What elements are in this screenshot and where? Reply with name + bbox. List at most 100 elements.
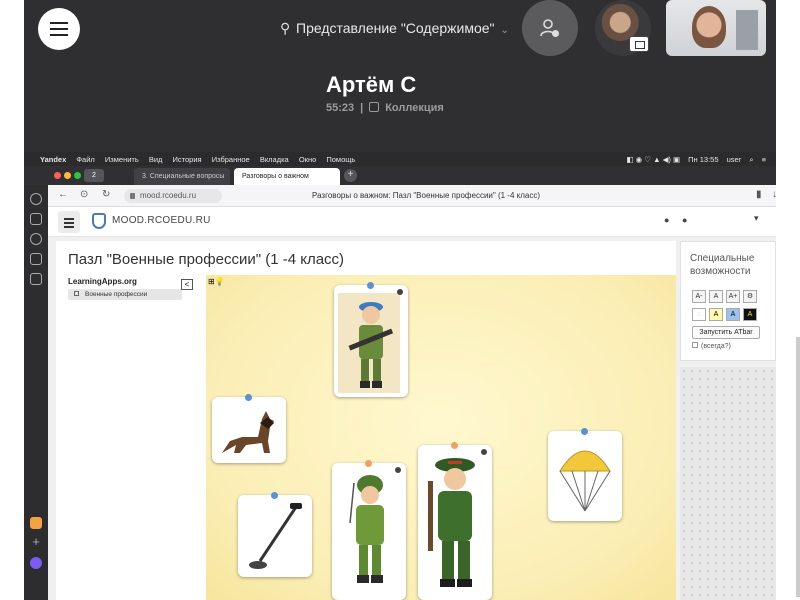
notification-bell-icon[interactable]: ●: [664, 215, 669, 225]
presentation-mode-label: Представление "Содержимое": [296, 20, 495, 36]
user-menu-chevron-icon[interactable]: ▾: [754, 213, 759, 224]
metal-detector-card[interactable]: [238, 492, 312, 577]
menu-item-help[interactable]: Помощь: [326, 155, 355, 164]
search-icon[interactable]: ⌕: [749, 155, 753, 164]
url-text: mood.rcoedu.ru: [140, 191, 197, 200]
pin-icon: [245, 394, 252, 401]
app-list-item[interactable]: Военные профессии: [68, 289, 182, 300]
minimize-window-button[interactable]: [64, 172, 71, 179]
theme-dark-button[interactable]: A: [743, 308, 757, 321]
officer-card[interactable]: [418, 442, 492, 600]
tab-count-badge[interactable]: 2: [84, 169, 104, 182]
info-icon[interactable]: [397, 289, 403, 295]
page-title: Пазл "Военные профессии" (1 -4 класс): [68, 251, 345, 268]
call-title: Артём С: [326, 72, 417, 97]
menu-user[interactable]: user: [727, 155, 742, 164]
learningapps-brand[interactable]: LearningApps.org: [68, 277, 198, 286]
learningapps-panel: LearningApps.org Военные профессии: [68, 277, 198, 300]
bookmark-icon[interactable]: ▮: [756, 189, 762, 200]
site-logo-icon[interactable]: [92, 213, 106, 229]
menu-item-tab[interactable]: Вкладка: [260, 155, 289, 164]
tab-talks-about-important[interactable]: Разговоры о важном: [234, 168, 340, 185]
menu-icon-line: [50, 22, 68, 24]
menu-item-file[interactable]: Файл: [76, 155, 94, 164]
info-icon[interactable]: [395, 467, 401, 473]
call-menu-button[interactable]: [38, 8, 80, 50]
add-icon[interactable]: +: [30, 535, 42, 549]
menu-icon-line: [50, 34, 68, 36]
collections-icon[interactable]: [30, 213, 42, 225]
settings-icon[interactable]: ⚙: [743, 290, 757, 303]
participant-thumbnail-2[interactable]: [666, 0, 766, 56]
menu-item-history[interactable]: История: [173, 155, 202, 164]
status-icons[interactable]: ◧ ◉ ♡ ▲ ◀) ▣: [626, 155, 680, 164]
presentation-mode-dropdown[interactable]: ⚲ Представление "Содержимое" ⌄: [280, 20, 509, 37]
call-timer: 55:23: [326, 102, 355, 114]
history-icon[interactable]: [30, 193, 42, 205]
notes-icon[interactable]: [30, 253, 42, 265]
always-label: (всегда?): [701, 343, 731, 350]
address-bar: ← ⊙ ↻ mood.rcoedu.ru Разговоры о важном:…: [48, 185, 777, 207]
reader-icon[interactable]: ⊙: [80, 189, 88, 200]
screenshot-icon[interactable]: [30, 273, 42, 285]
tab-strip: 2 3. Специальные вопросы Разговоры о важ…: [24, 166, 776, 185]
soldier-illustration: [338, 293, 400, 393]
menu-icon-line: [64, 226, 74, 228]
checkbox-icon: [74, 291, 79, 296]
video-call-header: ⚲ Представление "Содержимое" ⌄ Артём С 55:…: [24, 0, 776, 152]
always-option[interactable]: (всегда?): [692, 342, 731, 350]
puzzle-tool-icons[interactable]: ⊞💡: [208, 277, 225, 286]
browser-sidebar: +: [24, 185, 48, 600]
site-menu-button[interactable]: [58, 211, 80, 233]
site-name[interactable]: MOOD.RCOEDU.RU: [112, 215, 211, 226]
background-pattern: [680, 367, 776, 600]
officer-illustration: [428, 458, 475, 587]
page-scrollbar[interactable]: [796, 337, 800, 597]
download-icon[interactable]: ↓: [772, 189, 777, 200]
parachute-card[interactable]: [548, 428, 622, 521]
mac-menu-bar: Yandex Файл Изменить Вид История Избранн…: [24, 152, 776, 166]
info-icon[interactable]: [481, 449, 487, 455]
menu-clock[interactable]: Пн 13:55: [688, 155, 718, 164]
url-field[interactable]: mood.rcoedu.ru: [124, 189, 222, 203]
collapse-panel-button[interactable]: <: [181, 279, 193, 290]
screen-share-icon: [629, 36, 649, 52]
site-header: MOOD.RCOEDU.RU ● ● ▾: [48, 207, 776, 237]
accessibility-panel: Специальные возможности A- A A+ ⚙ ◌ A A …: [680, 241, 776, 361]
menu-icon-line: [50, 28, 68, 30]
zoom-window-button[interactable]: [74, 172, 81, 179]
theme-yellow-button[interactable]: A: [709, 308, 723, 321]
alice-assistant-icon[interactable]: [30, 557, 42, 569]
menu-item-favorites[interactable]: Избранное: [212, 155, 250, 164]
play-icon[interactable]: [30, 233, 42, 245]
menu-item-window[interactable]: Окно: [299, 155, 316, 164]
control-center-icon[interactable]: ≡: [762, 155, 766, 164]
soldier-blue-beret-card[interactable]: [334, 282, 408, 397]
menu-item-view[interactable]: Вид: [149, 155, 163, 164]
mail-icon[interactable]: [30, 517, 42, 529]
font-decrease-button[interactable]: A-: [692, 290, 706, 303]
theme-default-button[interactable]: ◌: [692, 308, 706, 321]
page-content: Пазл "Военные профессии" (1 -4 класс) Le…: [48, 237, 800, 600]
menu-app-name[interactable]: Yandex: [40, 155, 66, 164]
new-tab-button[interactable]: +: [344, 169, 357, 182]
back-icon[interactable]: ←: [58, 189, 68, 200]
chevron-down-icon: ⌄: [500, 25, 509, 36]
puzzle-board[interactable]: ⊞💡: [206, 275, 676, 600]
soldier-green-helmet-card[interactable]: [332, 460, 406, 600]
run-atbar-button[interactable]: Запустить ATbar: [692, 326, 760, 339]
add-participant-button[interactable]: [522, 0, 578, 56]
menu-item-edit[interactable]: Изменить: [105, 155, 139, 164]
font-increase-button[interactable]: A+: [726, 290, 740, 303]
always-checkbox[interactable]: [692, 342, 698, 348]
font-reset-button[interactable]: A: [709, 290, 723, 303]
close-window-button[interactable]: [54, 172, 61, 179]
pin-icon: [581, 428, 588, 435]
dog-card[interactable]: [212, 394, 286, 463]
lock-icon: [130, 193, 135, 199]
theme-blue-button[interactable]: A: [726, 308, 740, 321]
reload-icon[interactable]: ↻: [102, 189, 110, 200]
tab-special-questions[interactable]: 3. Специальные вопросы: [134, 168, 230, 185]
page-title-in-bar: Разговоры о важном: Пазл "Военные профес…: [312, 191, 540, 200]
messages-icon[interactable]: ●: [682, 215, 687, 225]
